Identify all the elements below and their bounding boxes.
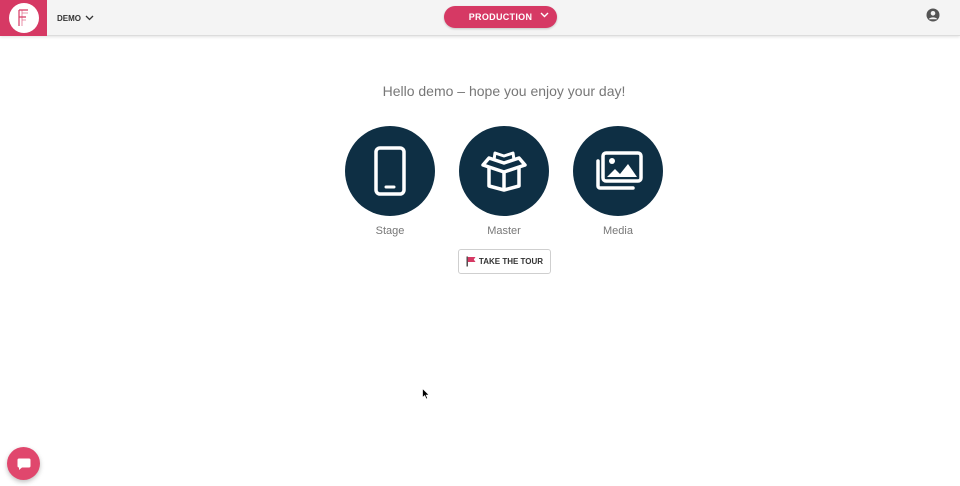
tile-media-circle[interactable] bbox=[573, 126, 663, 216]
organization-label: DEMO bbox=[57, 13, 81, 23]
open-box-icon bbox=[481, 151, 527, 192]
tile-stage-circle[interactable] bbox=[345, 126, 435, 216]
greeting-text: Hello demo – hope you enjoy your day! bbox=[382, 83, 626, 99]
tile-media[interactable]: Media bbox=[572, 126, 664, 237]
environment-button[interactable]: PRODUCTION bbox=[444, 6, 557, 28]
chat-button[interactable] bbox=[7, 447, 40, 480]
mouse-cursor-icon bbox=[422, 388, 430, 400]
tile-master-circle[interactable] bbox=[459, 126, 549, 216]
top-bar: DEMO PRODUCTION bbox=[0, 0, 960, 36]
tile-media-label: Media bbox=[603, 225, 633, 237]
take-tour-label: TAKE THE TOUR bbox=[478, 257, 544, 266]
app-logo[interactable] bbox=[0, 0, 47, 36]
tile-master-label: Master bbox=[487, 225, 521, 237]
chat-bubble-icon bbox=[17, 458, 30, 470]
mobile-phone-icon bbox=[374, 146, 406, 196]
flag-icon bbox=[466, 256, 476, 267]
tile-master[interactable]: Master bbox=[458, 126, 550, 237]
organization-selector[interactable]: DEMO bbox=[57, 11, 94, 25]
tile-stage-label: Stage bbox=[375, 225, 405, 237]
chevron-down-icon bbox=[540, 12, 549, 18]
environment-label: PRODUCTION bbox=[468, 12, 533, 22]
chevron-down-icon bbox=[85, 15, 94, 21]
logo-f-icon bbox=[17, 9, 28, 26]
images-icon bbox=[596, 151, 643, 190]
take-tour-button[interactable]: TAKE THE TOUR bbox=[458, 249, 551, 274]
tile-stage[interactable]: Stage bbox=[344, 126, 436, 237]
user-account-icon[interactable] bbox=[926, 8, 940, 22]
logo-circle bbox=[8, 3, 39, 33]
